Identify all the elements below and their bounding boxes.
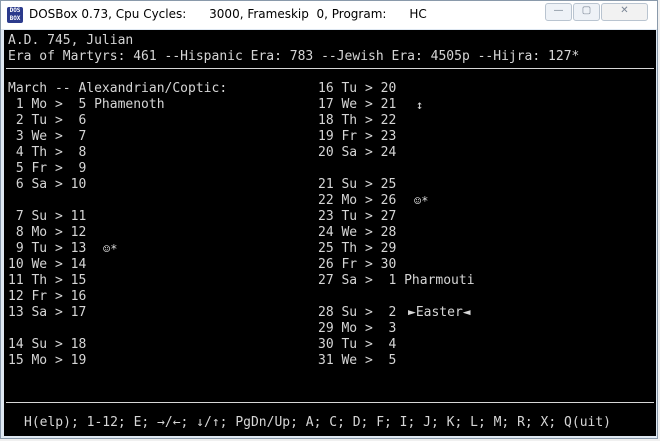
festival-marker: ☺* bbox=[414, 194, 429, 208]
calendar-row: 11 Th > 15 bbox=[8, 273, 87, 288]
calendar-row: 10 We > 14 bbox=[8, 257, 87, 272]
calendar-row: 21 Su > 25 bbox=[318, 177, 397, 192]
calendar-row: 18 Th > 22 bbox=[318, 113, 397, 128]
calendar-row: 5 Fr > 9 bbox=[8, 161, 87, 176]
calendar-row: 26 Fr > 30 bbox=[318, 257, 397, 272]
calendar-row: 29 Mo > 3 bbox=[318, 321, 397, 336]
header-eras: Era of Martyrs: 461 --Hispanic Era: 783 … bbox=[8, 49, 580, 64]
header-date: A.D. 745, Julian bbox=[8, 33, 134, 48]
calendar-row: 4 Th > 8 bbox=[8, 145, 87, 160]
calendar-row: 23 Tu > 27 bbox=[318, 209, 397, 224]
calendar-row: 6 Sa > 10 bbox=[8, 177, 87, 192]
minimize-icon: — bbox=[553, 5, 564, 16]
dos-console[interactable]: A.D. 745, Julian Era of Martyrs: 461 --H… bbox=[4, 30, 656, 436]
close-icon: ✕ bbox=[620, 5, 629, 16]
window-title: DOSBox 0.73, Cpu Cycles: 3000, Frameskip… bbox=[29, 7, 427, 21]
calendar-row: 22 Mo > 26 bbox=[318, 193, 397, 208]
dosbox-app-icon[interactable]: DOS BOX bbox=[7, 7, 23, 23]
easter-marker: ►Easter◄ bbox=[408, 305, 471, 320]
calendar-row: 19 Fr > 23 bbox=[318, 129, 397, 144]
calendar-row: 1 Mo > 5 Phamenoth bbox=[8, 97, 165, 112]
footer-divider bbox=[6, 402, 654, 403]
calendar-row: 31 We > 5 bbox=[318, 353, 397, 368]
calendar-row: 28 Su > 2 bbox=[318, 305, 397, 320]
calendar-row: 20 Sa > 24 bbox=[318, 145, 397, 160]
calendar-row: 15 Mo > 19 bbox=[8, 353, 87, 368]
calendar-row: 24 We > 28 bbox=[318, 225, 397, 240]
calendar-row: 16 Tu > 20 bbox=[318, 81, 397, 96]
maximize-icon: ▢ bbox=[581, 5, 592, 16]
calendar-row: 12 Fr > 16 bbox=[8, 289, 87, 304]
updown-arrow-icon: ↕ bbox=[416, 98, 424, 112]
minimize-button[interactable]: — bbox=[545, 3, 572, 21]
month-heading: March -- Alexandrian/Coptic: bbox=[8, 81, 228, 96]
calendar-row: 30 Tu > 4 bbox=[318, 337, 397, 352]
calendar-row: 7 Su > 11 bbox=[8, 209, 87, 224]
calendar-row: 3 We > 7 bbox=[8, 129, 87, 144]
calendar-row: 14 Su > 18 bbox=[8, 337, 87, 352]
calendar-row: 25 Th > 29 bbox=[318, 241, 397, 256]
maximize-button[interactable]: ▢ bbox=[573, 3, 600, 21]
calendar-row: 8 Mo > 12 bbox=[8, 225, 87, 240]
calendar-row: 17 We > 21 bbox=[318, 97, 397, 112]
header-divider bbox=[6, 68, 654, 69]
close-button[interactable]: ✕ bbox=[601, 3, 648, 21]
festival-marker: ☺* bbox=[103, 242, 118, 256]
calendar-row: 27 Sa > 1 Pharmouti bbox=[318, 273, 475, 288]
help-bar: H(elp); 1-12; E; →/←; ↓/↑; PgDn/Up; A; C… bbox=[24, 415, 611, 430]
calendar-row: 13 Sa > 17 bbox=[8, 305, 87, 320]
calendar-row: 2 Tu > 6 bbox=[8, 113, 87, 128]
calendar-row: 9 Tu > 13 bbox=[8, 241, 87, 256]
dosbox-window: DOS BOX DOSBox 0.73, Cpu Cycles: 3000, F… bbox=[0, 0, 658, 439]
title-bar[interactable]: DOS BOX DOSBox 0.73, Cpu Cycles: 3000, F… bbox=[1, 1, 657, 29]
